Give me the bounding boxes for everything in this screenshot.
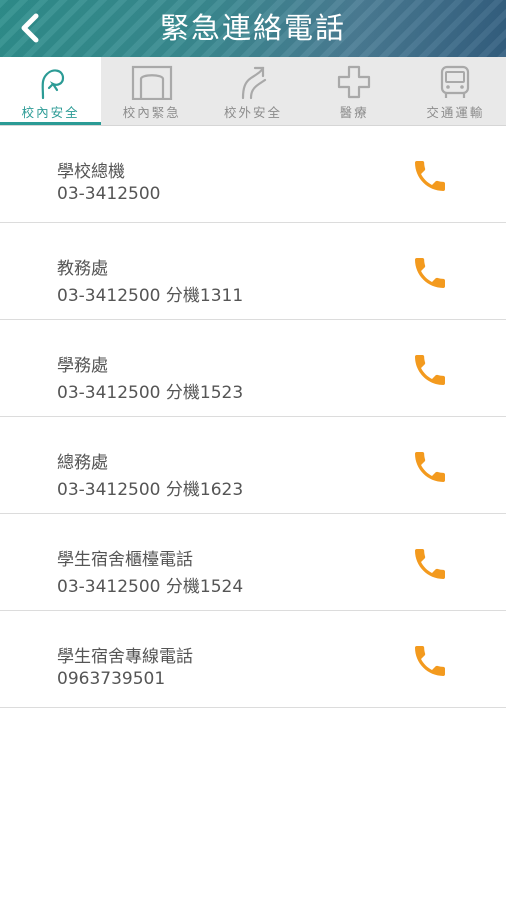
medical-cross-icon bbox=[338, 65, 371, 99]
page-title: 緊急連絡電話 bbox=[159, 11, 346, 45]
phone-icon[interactable] bbox=[410, 350, 450, 390]
phone-icon[interactable] bbox=[410, 641, 450, 681]
tab-transport[interactable]: 交通運輸 bbox=[405, 57, 506, 125]
tab-campus-emergency[interactable]: 校內緊急 bbox=[101, 57, 202, 125]
contact-row[interactable]: 學務處 03-3412500 分機1523 bbox=[0, 320, 506, 417]
tab-label: 校內緊急 bbox=[122, 105, 181, 120]
phone-icon[interactable] bbox=[410, 156, 450, 196]
contact-phone: 0963739501 bbox=[57, 669, 166, 689]
contact-row[interactable]: 學生宿舍專線電話 0963739501 bbox=[0, 611, 506, 708]
tab-label: 交通運輸 bbox=[426, 105, 485, 120]
contact-phone: 03-3412500 分機1523 bbox=[57, 383, 244, 403]
category-tabs: 校內安全 校內緊急 校外安全 醫療 交通運輸 bbox=[0, 57, 506, 126]
tab-outdoor-safety[interactable]: 校外安全 bbox=[202, 57, 303, 125]
contact-phone: 03-3412500 分機1623 bbox=[57, 480, 244, 500]
phone-icon[interactable] bbox=[410, 447, 450, 487]
campus-safety-icon bbox=[41, 69, 64, 100]
phone-icon[interactable] bbox=[410, 253, 450, 293]
contact-phone: 03-3412500 分機1311 bbox=[57, 286, 244, 306]
contact-phone: 03-3412500 分機1524 bbox=[57, 577, 244, 597]
contact-name: 總務處 bbox=[57, 453, 108, 473]
contact-name: 學生宿舍專線電話 bbox=[57, 647, 193, 667]
contact-name: 學務處 bbox=[57, 356, 108, 376]
tab-label: 校外安全 bbox=[223, 105, 282, 120]
gate-icon bbox=[131, 65, 172, 100]
app-header: 緊急連絡電話 bbox=[0, 0, 506, 57]
tab-label: 校內安全 bbox=[21, 105, 80, 120]
outdoor-safety-icon bbox=[241, 66, 267, 100]
tab-campus-safety[interactable]: 校內安全 bbox=[0, 57, 102, 125]
tab-medical[interactable]: 醫療 bbox=[304, 57, 405, 125]
bus-icon bbox=[441, 65, 470, 98]
contact-row[interactable]: 學生宿舍櫃檯電話 03-3412500 分機1524 bbox=[0, 514, 506, 611]
tab-label: 醫療 bbox=[339, 105, 369, 120]
contact-row[interactable]: 總務處 03-3412500 分機1623 bbox=[0, 417, 506, 514]
contact-name: 教務處 bbox=[57, 259, 108, 279]
contact-name: 學校總機 bbox=[57, 162, 125, 182]
contact-phone: 03-3412500 bbox=[57, 184, 161, 204]
contact-name: 學生宿舍櫃檯電話 bbox=[57, 550, 193, 570]
contact-row[interactable]: 學校總機 03-3412500 bbox=[0, 126, 506, 223]
contact-row[interactable]: 教務處 03-3412500 分機1311 bbox=[0, 223, 506, 320]
phone-icon[interactable] bbox=[410, 544, 450, 584]
contact-list: 學校總機 03-3412500 教務處 03-3412500 分機1311 學務… bbox=[0, 126, 506, 708]
